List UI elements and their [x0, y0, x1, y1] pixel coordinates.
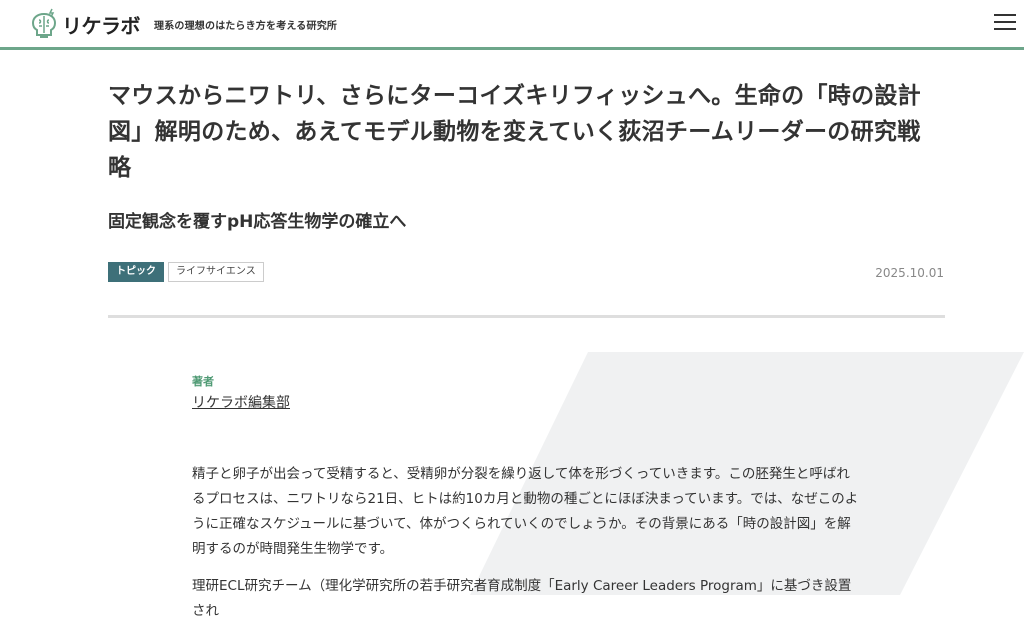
tag-list: トピック ライフサイエンス [108, 262, 264, 282]
article-body: 精子と卵子が出会って受精すると、受精卵が分裂を繰り返して体を形づくっていきます。… [192, 462, 860, 636]
article-title: マウスからニワトリ、さらにターコイズキリフィッシュへ。生命の「時の設計図」解明の… [108, 83, 921, 181]
site-header: リケラボ 理系の理想のはたらき方を考える研究所 [0, 0, 1024, 50]
site-logo[interactable]: リケラボ [30, 8, 141, 40]
body-paragraph: 理研ECL研究チーム（理化学研究所の若手研究者育成制度「Early Career… [192, 578, 852, 619]
logo-text: リケラボ [62, 13, 141, 38]
tag-life-science[interactable]: ライフサイエンス [168, 262, 264, 282]
tag-topic[interactable]: トピック [108, 262, 164, 282]
author-link[interactable]: リケラボ編集部 [192, 392, 290, 412]
menu-bar [994, 14, 1016, 16]
hamburger-menu-icon[interactable] [994, 14, 1018, 34]
body-paragraph: 精子と卵子が出会って受精すると、受精卵が分裂を繰り返して体を形づくっていきます。… [192, 466, 859, 557]
author-label: 著者 [192, 375, 214, 388]
menu-bar [994, 28, 1016, 30]
article-subtitle: 固定観念を覆すpH応答生物学の確立へ [108, 212, 407, 232]
menu-bar [994, 21, 1016, 23]
brain-bulb-icon [31, 8, 57, 38]
site-tagline: 理系の理想のはたらき方を考える研究所 [154, 21, 338, 32]
publish-date: 2025.10.01 [875, 266, 944, 280]
header-divider [108, 315, 945, 318]
